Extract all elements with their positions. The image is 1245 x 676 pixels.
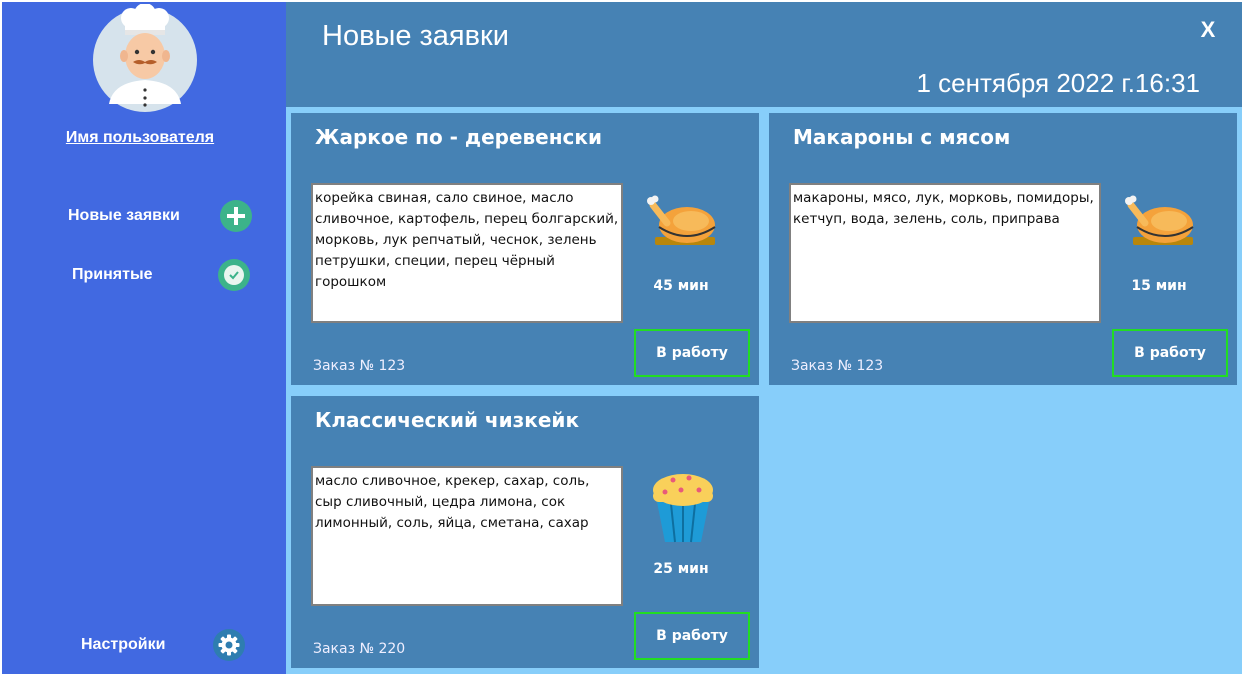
dish-title: Жаркое по - деревенски (315, 125, 603, 149)
muffin-icon (643, 466, 723, 546)
order-card: Макароны с мясом макароны, мясо, лук, мо… (769, 113, 1237, 385)
ingredients-box[interactable]: корейка свиная, сало свиное, масло сливо… (311, 183, 623, 323)
order-number: Заказ № 123 (791, 358, 884, 374)
nav-settings-label: Настройки (81, 636, 166, 653)
dish-title: Классический чизкейк (315, 408, 580, 432)
chef-avatar (91, 3, 199, 112)
cook-time: 45 мин (653, 278, 709, 294)
datetime-label: 1 сентября 2022 г.16:31 (916, 68, 1200, 98)
order-number: Заказ № 123 (313, 358, 406, 374)
gear-icon[interactable] (213, 629, 245, 661)
take-to-work-button[interactable]: В работу (1112, 329, 1228, 377)
order-card: Жаркое по - деревенски корейка свиная, с… (291, 113, 759, 385)
nav-accepted-label: Принятые (72, 266, 153, 283)
order-card: Классический чизкейк масло сливочное, кр… (291, 396, 759, 668)
main-area: Новые заявки X 1 сентября 2022 г.16:31 Ж… (286, 2, 1242, 674)
take-to-work-button[interactable]: В работу (634, 612, 750, 660)
ingredients-box[interactable]: масло сливочное, крекер, сахар, соль, сы… (311, 466, 623, 606)
order-number: Заказ № 220 (313, 641, 406, 657)
app-window: Имя пользователя Новые заявки Принятые Н… (0, 0, 1245, 676)
close-button[interactable]: X (1194, 16, 1222, 44)
ingredients-box[interactable]: макароны, мясо, лук, морковь, помидоры, … (789, 183, 1101, 323)
username-link[interactable]: Имя пользователя (2, 129, 278, 147)
clock-icon[interactable] (218, 259, 250, 291)
take-to-work-button[interactable]: В работу (634, 329, 750, 377)
cook-time: 25 мин (653, 561, 709, 577)
nav-new-orders-label: Новые заявки (68, 207, 180, 224)
plus-icon[interactable] (220, 200, 252, 232)
nav-settings[interactable]: Настройки (2, 627, 286, 663)
dish-title: Макароны с мясом (793, 125, 1011, 149)
nav-new-orders[interactable]: Новые заявки (2, 198, 286, 234)
header-bar: Новые заявки X 1 сентября 2022 г.16:31 (286, 2, 1242, 107)
roast-chicken-icon (1121, 183, 1201, 263)
page-title: Новые заявки (322, 20, 509, 52)
sidebar: Имя пользователя Новые заявки Принятые Н… (2, 2, 286, 674)
nav-accepted[interactable]: Принятые (2, 257, 286, 293)
cook-time: 15 мин (1131, 278, 1187, 294)
roast-chicken-icon (643, 183, 723, 263)
